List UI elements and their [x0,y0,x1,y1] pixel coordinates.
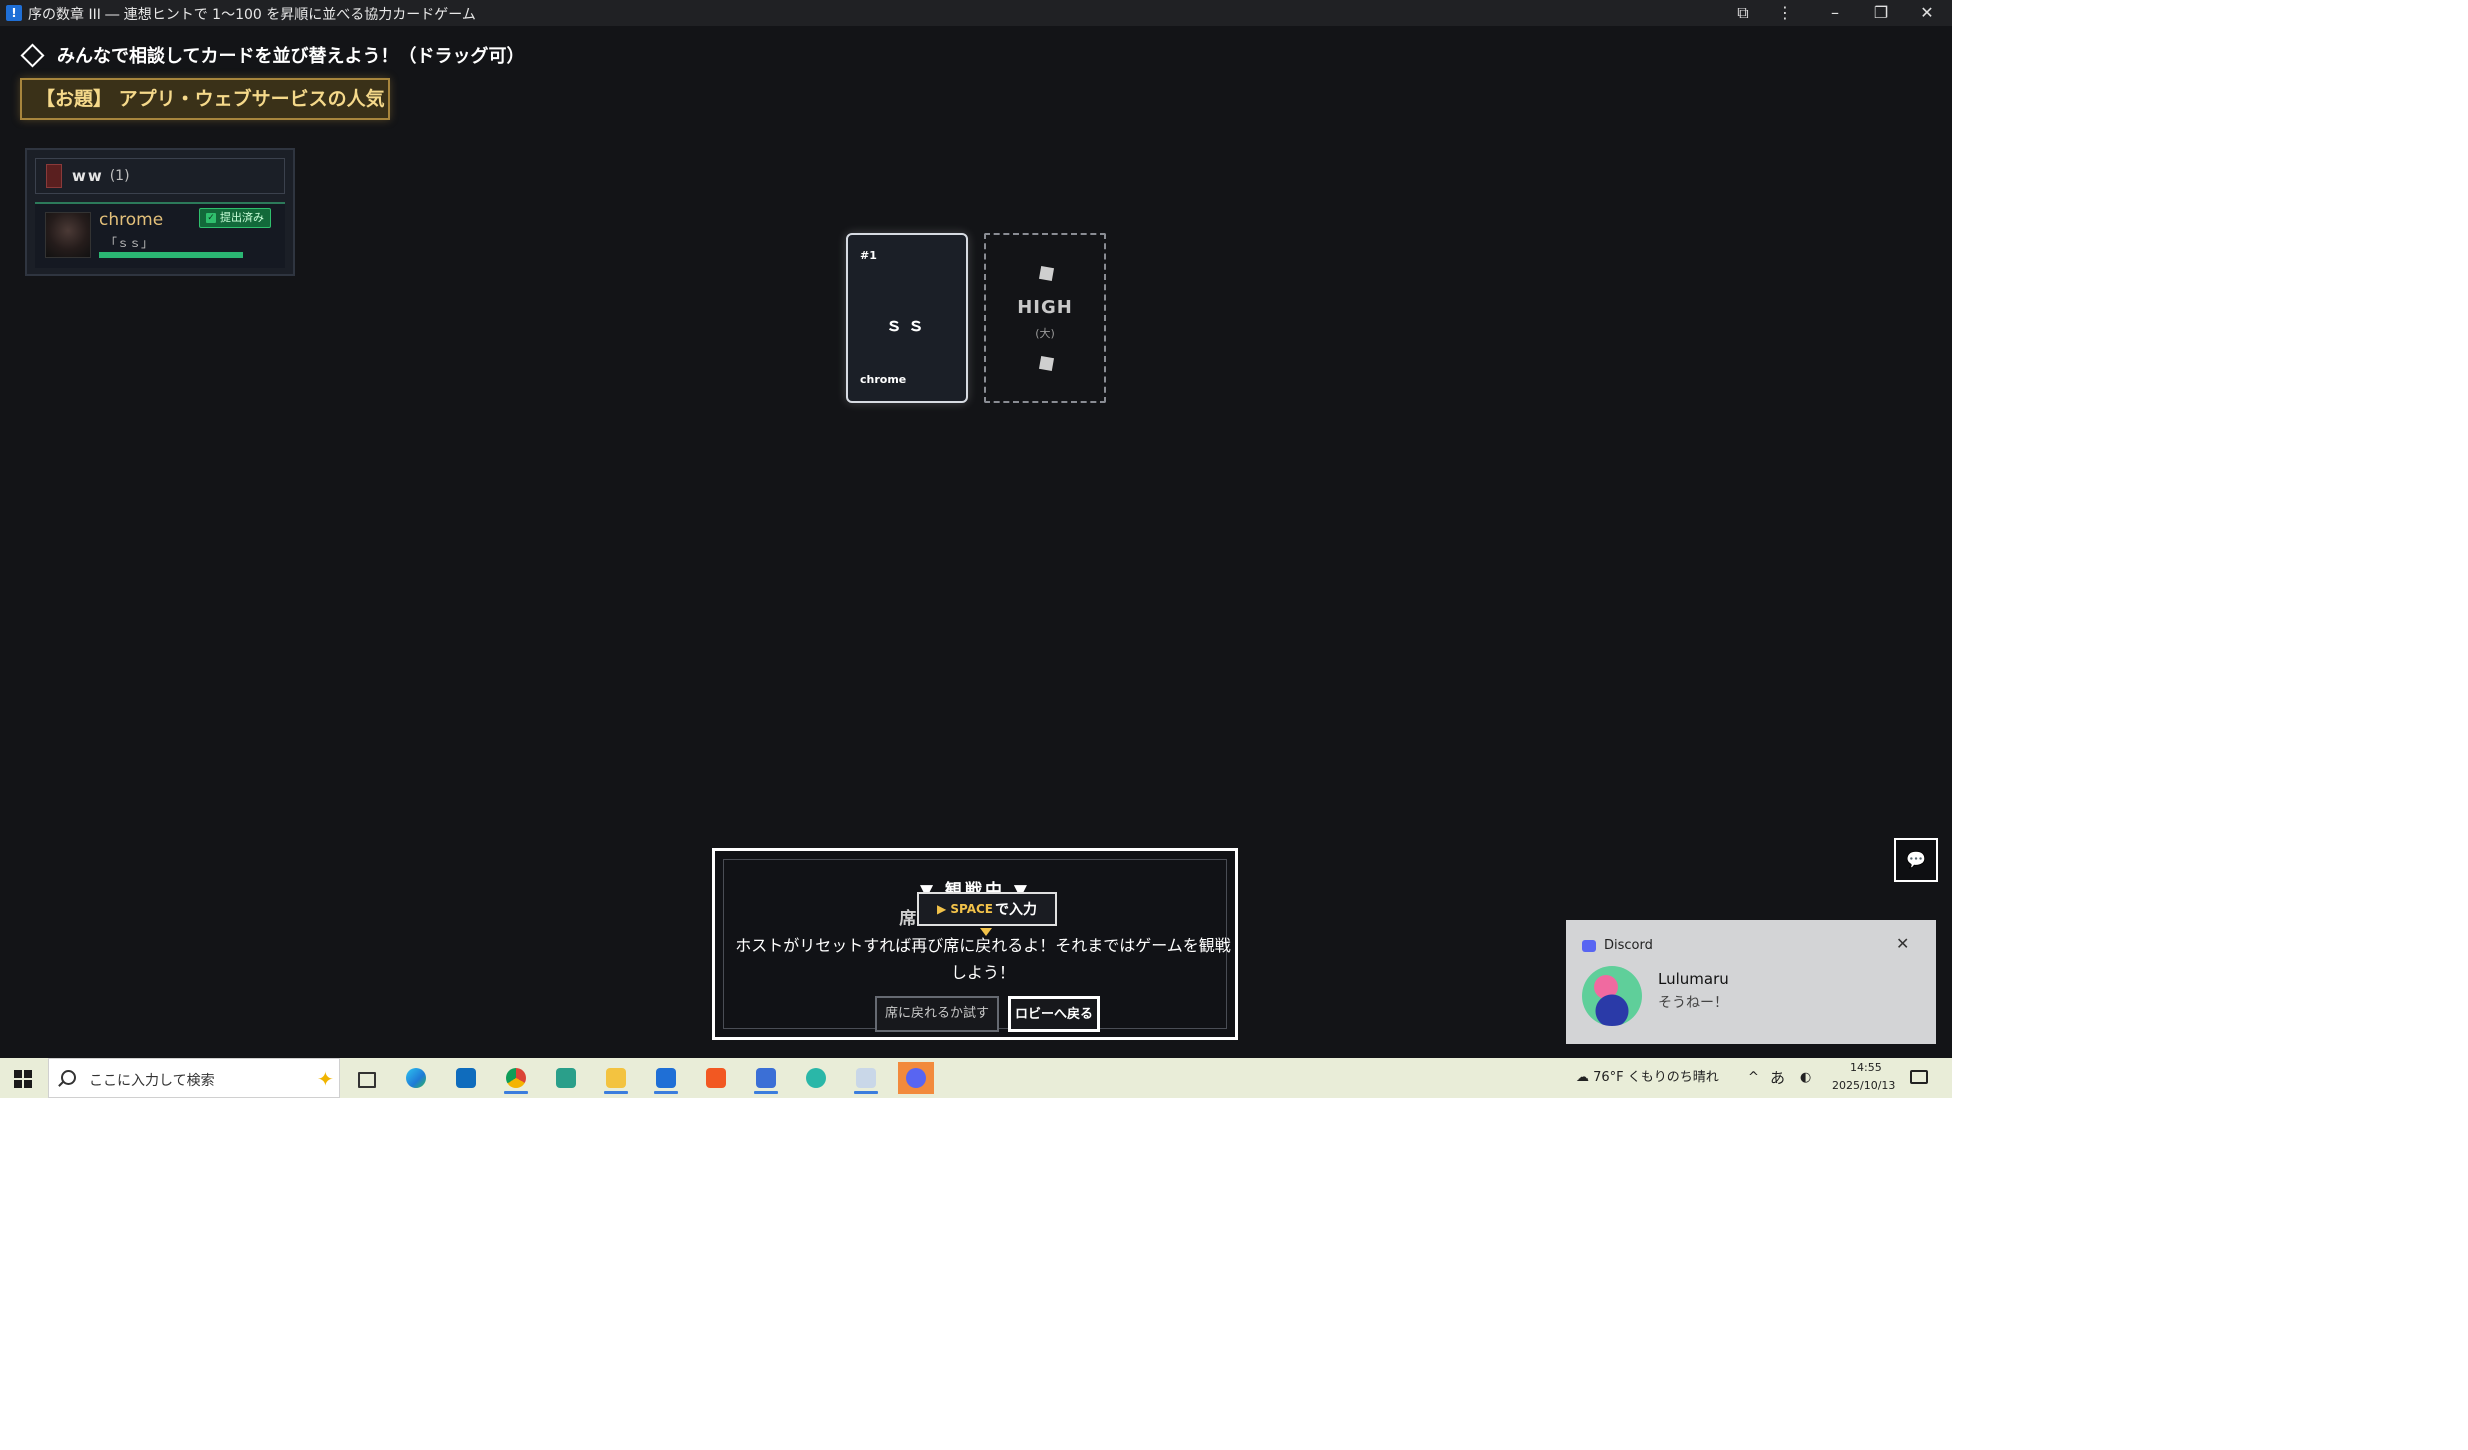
back-to-lobby-button[interactable]: ロビーへ戻る [1008,996,1100,1032]
status-text: 提出済み [220,211,264,224]
clock-time[interactable]: 14:55 [1850,1061,1882,1074]
discord-icon [1582,940,1596,952]
notification-app-name: Discord [1604,938,1653,953]
outlook-icon[interactable] [448,1062,484,1094]
window-titlebar: ! 序の数章 III ― 連想ヒントで 1〜100 を昇順に並べる協力カードゲー… [0,0,1952,26]
progress-fill [99,252,243,258]
ime-indicator[interactable]: あ [1770,1058,1785,1098]
clock-date[interactable]: 2025/10/13 [1832,1079,1895,1092]
close-button[interactable]: ✕ [1904,0,1950,26]
notification-sender: Lulumaru [1658,970,1729,988]
high-drop-slot[interactable]: HIGH (大) [984,233,1106,403]
player-word: 「ｓｓ」 [105,236,154,250]
edge-icon[interactable] [398,1062,434,1094]
retry-seat-button[interactable]: 席に戻れるか試す [875,996,999,1032]
minimize-button[interactable]: – [1812,0,1858,26]
high-slot-sub: (大) [1035,327,1055,340]
card-owner: chrome [860,373,907,386]
instruction-text: みんなで相談してカードを並び替えよう！（ドラッグ可） [57,46,525,67]
vs-code-icon[interactable] [548,1062,584,1094]
spectate-dialog: ▼ 観戦中 ▼ 席は埋まっています ▶ SPACE で入力 ホストがリセットすれ… [712,848,1238,1040]
player-progress-bar [99,252,243,258]
diamond-icon [20,42,45,68]
app-icon[interactable] [748,1062,784,1094]
weather-widget[interactable]: ☁ 76°F くもりのち晴れ [1576,1058,1719,1098]
instruction-header: みんなで相談してカードを並び替えよう！（ドラッグ可） [20,42,524,68]
card-word: ｓｓ [885,315,929,336]
player-name: chrome [99,210,164,230]
topic-banner: 【お題】 アプリ・ウェブサービスの人気 [20,78,390,120]
extension-icon[interactable]: ⧉ [1720,0,1766,26]
windows-start-icon[interactable] [14,1070,32,1088]
cloud-icon: ☁ [1576,1070,1589,1085]
sender-avatar [1582,966,1642,1026]
task-view-icon[interactable] [348,1062,384,1094]
brave-icon[interactable] [698,1062,734,1094]
paint-icon[interactable] [848,1062,884,1094]
app-icon: ! [6,5,22,21]
notification-center-icon[interactable] [1910,1070,1928,1084]
space-key-label: ▶ SPACE [936,902,994,916]
menu-icon[interactable]: ⋮ [1762,0,1808,26]
chat-bubble-icon: 💬 [1906,850,1926,869]
ime-mode-icon[interactable]: ◐ [1800,1058,1811,1098]
players-panel: ww (1) chrome ✓ 提出済み 「ｓｓ」 [25,148,295,276]
space-input-hint[interactable]: ▶ SPACE で入力 [917,892,1057,926]
taskbar-search-box[interactable]: ここに入力して検索 ✦ [48,1058,340,1098]
chevron-up-icon[interactable]: ^ [1748,1058,1759,1098]
notification-message: そうねー！ [1658,995,1728,1011]
notification-close-icon[interactable]: ✕ [1896,934,1909,953]
discord-icon[interactable] [898,1062,934,1094]
spectate-message: ホストがリセットすれば再び席に戻れるよ！それまではゲームを観戦しよう！ [735,936,1231,982]
player-row: chrome ✓ 提出済み 「ｓｓ」 [35,202,285,268]
cube-icon [1038,355,1055,372]
restore-button[interactable]: ❐ [1858,0,1904,26]
chat-button[interactable]: 💬 [1894,838,1938,882]
team-name: ww [72,167,104,185]
played-card[interactable]: #1 ｓｓ chrome [846,233,968,403]
window-title: 序の数章 III ― 連想ヒントで 1〜100 を昇順に並べる協力カードゲーム [28,7,476,23]
file-explorer-icon[interactable] [598,1062,634,1094]
high-slot-label: HIGH [1017,297,1073,318]
vs-code-icon[interactable] [648,1062,684,1094]
player-avatar [45,212,91,258]
card-number: #1 [860,249,877,262]
chrome-icon[interactable] [498,1062,534,1094]
check-icon: ✓ [206,213,216,223]
search-icon [61,1070,76,1085]
cube-icon [1038,265,1055,282]
screen: ! 序の数章 III ― 連想ヒントで 1〜100 を昇順に並べる協力カードゲー… [0,0,1952,1098]
team-count: (1) [109,168,130,184]
space-hint-text: で入力 [995,902,1038,918]
dialog-frame: ▼ 観戦中 ▼ 席は埋まっています ▶ SPACE で入力 ホストがリセットすれ… [723,859,1231,1032]
weather-text: 76°F くもりのち晴れ [1593,1070,1719,1085]
team-row: ww (1) [35,158,285,194]
sparkle-icon: ✦ [317,1067,334,1091]
status-badge: ✓ 提出済み [199,208,271,228]
taskbar: ここに入力して検索 ✦ ☁ 76°F くもりのち晴れ ^ あ ◐ 14:55 2… [0,1058,1952,1098]
search-placeholder: ここに入力して検索 [89,1073,215,1089]
team-banner-icon [46,164,62,188]
discord-notification[interactable]: Discord ✕ Lulumaru そうねー！ [1566,920,1936,1044]
app-icon[interactable] [798,1062,834,1094]
